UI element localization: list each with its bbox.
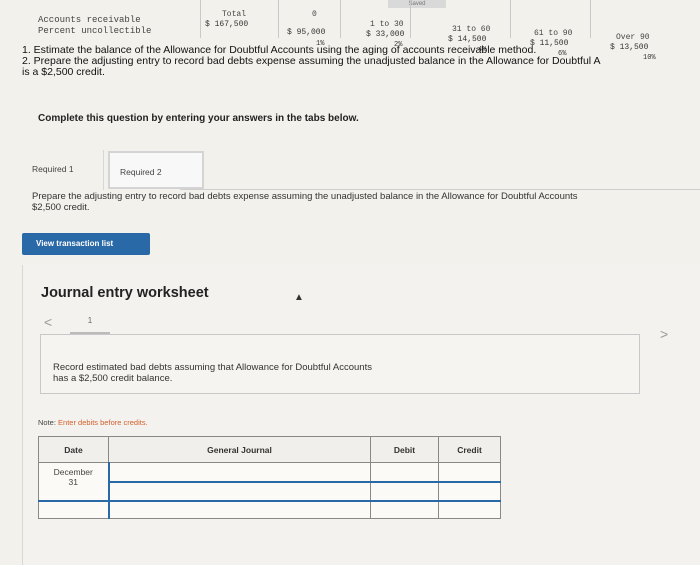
aging-header-total: Total — [222, 10, 247, 19]
aging-amount-1-30: $ 33,000 — [366, 30, 405, 39]
instructions: 1. Estimate the balance of the Allowance… — [22, 45, 700, 78]
mouse-cursor-icon: ▲ — [294, 292, 304, 303]
debit-input-row-2[interactable] — [370, 480, 439, 501]
account-input-row-3[interactable] — [107, 499, 371, 519]
instruction-line-3: is a $2,500 credit. — [22, 66, 105, 78]
aging-amount-31-60: $ 14,500 — [448, 35, 487, 44]
credit-input-row-1[interactable] — [438, 462, 501, 482]
record-instruction-box: Record estimated bad debts assuming that… — [40, 334, 640, 394]
aging-header-1-30: 1 to 30 — [370, 20, 404, 29]
record-line-1: Record estimated bad debts assuming that… — [53, 362, 372, 373]
aging-header-over-90: Over 90 — [616, 33, 650, 42]
tab-bar: Required 1 Required 2 — [22, 150, 700, 190]
debit-header: Debit — [370, 436, 439, 463]
record-instruction: Record estimated bad debts assuming that… — [53, 362, 372, 384]
page-number[interactable]: 1 — [70, 308, 110, 334]
next-icon[interactable]: > — [660, 326, 668, 342]
date-cell[interactable]: December 31 — [38, 462, 109, 501]
credit-input-row-3[interactable] — [438, 499, 501, 519]
accounts-receivable-label: Accounts receivable — [38, 15, 141, 25]
record-line-2: has a $2,500 credit balance. — [53, 373, 173, 384]
journal-entry-worksheet: Journal entry worksheet — [22, 265, 700, 565]
aging-header-31-60: 31 to 60 — [452, 25, 491, 34]
instruction-line-2: 2. Prepare the adjusting entry to record… — [22, 55, 601, 67]
complete-instruction: Complete this question by entering your … — [38, 113, 359, 124]
credit-header: Credit — [438, 436, 501, 463]
worksheet-title: Journal entry worksheet — [41, 285, 209, 301]
tab-required-2[interactable]: Required 2 — [108, 151, 204, 189]
tab-required-1[interactable]: Required 1 — [22, 150, 104, 190]
note-label: Note: — [38, 418, 56, 427]
prepare-instruction: Prepare the adjusting entry to record ba… — [32, 191, 700, 213]
date-input-row-3[interactable] — [38, 499, 109, 519]
date-day: 31 — [68, 477, 78, 487]
account-input-row-1[interactable] — [107, 462, 371, 482]
debit-input-row-3[interactable] — [370, 499, 439, 519]
aging-header-0: 0 — [312, 10, 317, 19]
aging-amount-0: $ 95,000 — [287, 28, 326, 37]
saved-indicator: Saved — [388, 0, 446, 8]
aging-header-61-90: 61 to 90 — [534, 29, 573, 38]
date-header: Date — [38, 436, 109, 463]
debit-input-row-1[interactable] — [370, 462, 439, 482]
date-month: December — [53, 467, 93, 477]
previous-icon[interactable]: < — [44, 314, 52, 330]
aging-amount-total: $ 167,500 — [205, 20, 249, 29]
note-text: Enter debits before credits. — [58, 418, 148, 427]
credit-input-row-2[interactable] — [438, 480, 501, 501]
percent-uncollectible-label: Percent uncollectible — [38, 26, 152, 36]
journal-table: Date General Journal Debit Credit Decemb… — [38, 436, 501, 519]
prepare-line-1: Prepare the adjusting entry to record ba… — [32, 191, 578, 202]
tab-divider — [180, 189, 700, 190]
general-journal-header: General Journal — [108, 436, 371, 463]
prepare-line-2: $2,500 credit. — [32, 202, 90, 213]
account-input-row-2[interactable] — [107, 480, 371, 501]
view-transaction-list-button[interactable]: View transaction list — [22, 233, 150, 255]
note: Note: Enter debits before credits. — [38, 418, 148, 427]
